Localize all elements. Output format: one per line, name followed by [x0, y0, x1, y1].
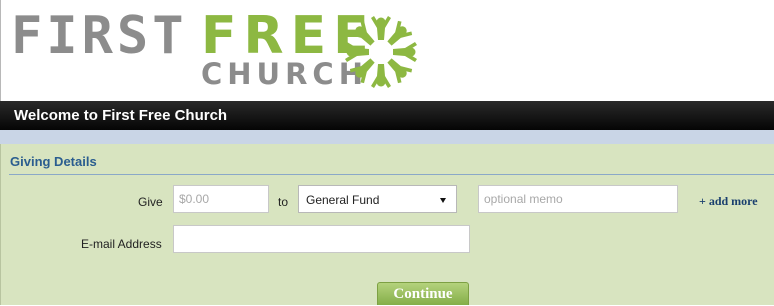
- amount-input[interactable]: [173, 185, 269, 213]
- welcome-bar: Welcome to First Free Church: [0, 101, 774, 130]
- fund-select[interactable]: General Fund: [298, 185, 457, 213]
- fund-select-value: General Fund: [306, 193, 380, 207]
- welcome-title: Welcome to First Free Church: [14, 107, 228, 124]
- logo-word-first: FIRST: [11, 6, 188, 66]
- continue-button[interactable]: Continue: [377, 282, 469, 305]
- dropdown-arrow-icon: [440, 198, 446, 203]
- people-circle-emblem-icon: [345, 16, 417, 88]
- add-more-link[interactable]: + add more: [699, 194, 758, 209]
- header-divider-strip: [0, 130, 774, 144]
- section-divider: [9, 174, 774, 175]
- giving-details-panel: Giving Details Give to General Fund + ad…: [0, 144, 774, 305]
- site-header: FIRST FREE CHURCH: [0, 0, 774, 101]
- giving-details-heading: Giving Details: [10, 154, 97, 169]
- give-label: Give: [138, 195, 163, 209]
- email-input[interactable]: [173, 225, 470, 253]
- memo-input[interactable]: [478, 185, 678, 213]
- email-label: E-mail Address: [81, 237, 162, 251]
- giving-page: FIRST FREE CHURCH Welcome to First Free …: [0, 0, 774, 305]
- to-label: to: [278, 195, 289, 209]
